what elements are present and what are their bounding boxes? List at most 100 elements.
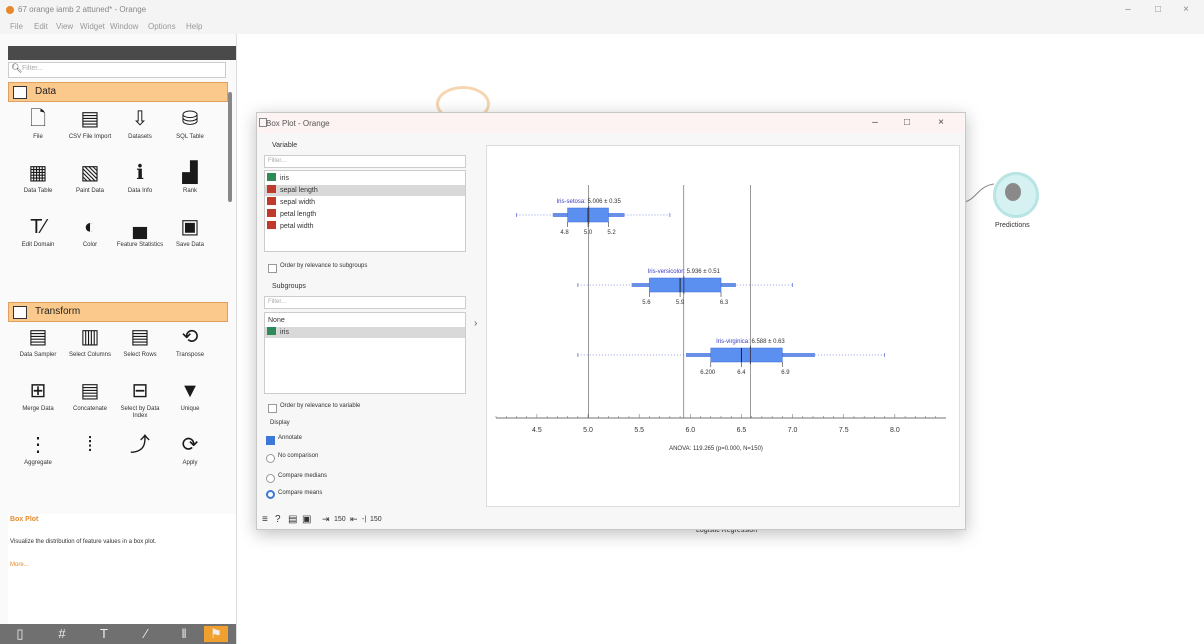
order-subgroups-checkbox[interactable] — [268, 264, 277, 273]
variable-type-icon — [267, 185, 276, 193]
search-icon: 🔍︎ — [11, 63, 23, 73]
save-image-icon[interactable]: ▣ — [302, 514, 311, 525]
text-annotation-icon[interactable]: T — [92, 626, 116, 642]
quartile-label: 5.2 — [607, 230, 616, 236]
rank-icon[interactable]: ▟ — [179, 162, 201, 184]
data-sampler-icon[interactable]: ▤ — [27, 326, 49, 348]
edit-domain-icon[interactable]: T⁄ — [27, 216, 49, 238]
help-icon[interactable]: ? — [275, 514, 281, 525]
data-widget-label: Color — [82, 242, 98, 248]
x-axis-tick-label: 6.5 — [737, 427, 747, 434]
output-data-icon: ⇤ — [350, 514, 358, 524]
aggregate-icon[interactable]: ⋮ — [27, 434, 49, 456]
quartile-label: 4.8 — [560, 230, 569, 236]
merge-data-icon[interactable]: ⊞ — [27, 380, 49, 402]
menu-options[interactable]: Options — [148, 22, 176, 31]
formula-icon[interactable]: ⤴ — [129, 434, 151, 456]
color-icon[interactable]: ◐ — [79, 216, 101, 238]
compare-means-radio[interactable] — [266, 490, 275, 499]
x-axis-tick-label: 7.5 — [839, 427, 849, 434]
series-mean-sd: 5.936 ± 0.51 — [687, 269, 721, 275]
menu-window[interactable]: Window — [110, 22, 138, 31]
order-variable-checkbox[interactable] — [268, 404, 277, 413]
series-label: Iris-versicolor: 5.936 ± 0.51 — [648, 269, 721, 275]
datasets-icon[interactable]: ⇩ — [129, 108, 151, 130]
variable-list-item[interactable]: iris — [265, 173, 465, 184]
subgroup-name: iris — [280, 329, 289, 336]
data-widget-label: Data Table — [23, 188, 53, 194]
subgroups-list[interactable]: None iris — [264, 312, 466, 394]
select-rows-icon[interactable]: ▤ — [129, 326, 151, 348]
description-more-link[interactable]: More... — [10, 562, 29, 568]
transform-widget-label: Concatenate — [72, 406, 108, 412]
dialog-maximize-button[interactable]: □ — [894, 115, 920, 131]
variable-list-item[interactable]: sepal length — [265, 185, 465, 196]
menu-icon[interactable]: ≡ — [262, 514, 268, 525]
predictions-label: Predictions — [995, 222, 1030, 229]
close-button[interactable]: × — [1176, 3, 1196, 17]
compare-medians-radio[interactable] — [266, 474, 275, 483]
feature-statistics-icon[interactable]: ▄ — [129, 216, 151, 238]
variable-name: petal length — [280, 211, 317, 218]
iqr-box — [649, 277, 722, 293]
grid-icon[interactable]: # — [50, 626, 74, 642]
no-comparison-radio[interactable] — [266, 454, 275, 463]
minimize-button[interactable]: – — [1118, 3, 1138, 17]
data-table-icon[interactable]: ▦ — [27, 162, 49, 184]
select-by-index-icon[interactable]: ⊟ — [129, 380, 151, 402]
file-icon[interactable]: 🗋 — [27, 108, 49, 130]
transform-category-icon — [13, 306, 27, 319]
subgroup-list-item[interactable]: None — [265, 315, 468, 326]
category-transform[interactable]: Transform — [8, 302, 228, 322]
paint-data-icon[interactable]: ▧ — [79, 162, 101, 184]
sql-table-icon[interactable]: ⛁ — [179, 108, 201, 130]
dialog-close-button[interactable]: × — [928, 115, 954, 131]
variable-list-item[interactable]: sepal width — [265, 197, 465, 208]
menu-edit[interactable]: Edit — [34, 22, 48, 31]
collapse-panel-arrow-icon[interactable]: › — [474, 318, 477, 329]
select-columns-icon[interactable]: ▥ — [79, 326, 101, 348]
data-widget-label: Data Info — [127, 188, 153, 194]
series-label: Iris-setosa: 5.006 ± 0.35 — [556, 199, 621, 205]
subgroups-section-label: Subgroups — [272, 283, 306, 290]
annotate-checkbox[interactable] — [266, 436, 275, 445]
concatenate-icon[interactable]: ▤ — [79, 380, 101, 402]
maximize-button[interactable]: □ — [1148, 3, 1168, 17]
subgroups-filter-input[interactable]: Filter... — [264, 296, 466, 309]
menu-file[interactable]: File — [10, 22, 23, 31]
group-by-icon[interactable]: ⁞ — [79, 434, 101, 456]
variable-list-item[interactable]: petal width — [265, 221, 465, 232]
csv-icon[interactable]: ▤ — [79, 108, 101, 130]
toggle-panel-icon[interactable]: ▯ — [8, 626, 32, 642]
quartile-label: 6.3 — [720, 300, 729, 306]
panel-scrollbar[interactable] — [228, 92, 232, 202]
menu-bar — [0, 20, 1204, 34]
menu-help[interactable]: Help — [186, 22, 202, 31]
data-widget-label: Paint Data — [75, 188, 105, 194]
variable-name: petal width — [280, 223, 314, 230]
variable-list[interactable]: iris sepal length sepal width petal length p… — [264, 170, 466, 252]
apply-icon[interactable]: ⟳ — [179, 434, 201, 456]
pause-icon[interactable]: ‖ — [172, 626, 196, 642]
dialog-minimize-button[interactable]: – — [862, 115, 888, 131]
no-comparison-label: No comparison — [278, 453, 319, 459]
input-count: 150 — [334, 516, 346, 523]
data-info-icon[interactable]: ℹ — [129, 162, 151, 184]
subgroup-type-icon — [267, 327, 276, 335]
menu-widget[interactable]: Widget — [80, 22, 105, 31]
x-axis-tick-label: 4.5 — [532, 427, 542, 434]
warning-icon[interactable]: ⚑ — [204, 626, 228, 642]
series-label: Iris-virginica: 6.588 ± 0.63 — [716, 339, 785, 345]
category-data[interactable]: Data — [8, 82, 228, 102]
variable-name: sepal width — [280, 199, 316, 206]
subgroup-list-item[interactable]: iris — [265, 327, 465, 338]
save-data-icon[interactable]: ▣ — [179, 216, 201, 238]
menu-view[interactable]: View — [56, 22, 73, 31]
subgroup-name: None — [268, 317, 285, 324]
variable-filter-input[interactable]: Filter... — [264, 155, 466, 168]
arrow-annotation-icon[interactable]: ⁄ — [134, 626, 158, 642]
variable-list-item[interactable]: petal length — [265, 209, 465, 220]
transpose-icon[interactable]: ⟲ — [179, 326, 201, 348]
report-icon[interactable]: ▤ — [288, 514, 297, 525]
unique-icon[interactable]: ▼ — [179, 380, 201, 402]
